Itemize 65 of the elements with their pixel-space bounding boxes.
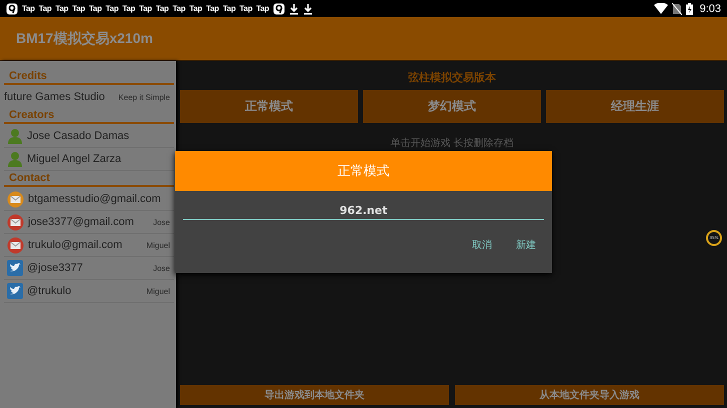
file-button[interactable]: 导出游戏到本地文件夹: [180, 385, 449, 405]
app-icon: [273, 2, 286, 14]
list-item[interactable]: @trukulo Miguel: [4, 280, 174, 303]
battery-icon: [686, 2, 693, 14]
list-item[interactable]: btgamesstudio@gmail.com: [4, 188, 174, 211]
list-item[interactable]: Jose Casado Damas: [4, 125, 174, 148]
mail-icon: [7, 214, 24, 230]
notification-label: Tap: [106, 4, 118, 13]
notification-label: Tap: [88, 4, 102, 13]
app-title: BM17模拟交易x210m: [16, 30, 153, 48]
clock: 9:03: [700, 2, 721, 14]
dialog-button[interactable]: 取消: [464, 234, 500, 256]
notification-label: Tap: [55, 4, 68, 13]
version-title: 弦柱模拟交易版本: [407, 70, 497, 86]
contact-name: trukulo@gmail.com: [28, 239, 122, 251]
contact-note: Jose: [153, 218, 171, 226]
contact-name: @jose3377: [27, 262, 83, 274]
notification-label: Tap: [156, 4, 169, 13]
download-icon: [289, 2, 300, 14]
mode-button[interactable]: 梦幻模式: [363, 90, 541, 123]
contact-note: Miguel: [146, 240, 171, 250]
mail-icon: [7, 190, 24, 208]
mail-icon: [7, 236, 24, 254]
section-heading: Creators: [4, 108, 174, 124]
contact-name: Jose Casado Damas: [27, 130, 130, 142]
file-button[interactable]: 从本地文件夹导入游戏: [455, 385, 724, 405]
notification-label: Tap: [139, 4, 152, 13]
contact-note: Keep it Simple: [118, 92, 171, 102]
contact-name: @trukulo: [27, 285, 72, 297]
download-icon: [303, 2, 314, 14]
notification-label: Tap: [122, 4, 136, 13]
notification-label: Tap: [240, 4, 252, 13]
app-icon: [6, 2, 18, 14]
wifi-icon: [654, 3, 668, 14]
list-item[interactable]: jose3377@gmail.com Jose: [4, 211, 174, 234]
notification-label: Tap: [38, 4, 52, 13]
contact-note: Jose: [153, 264, 171, 272]
no-sim-icon: [672, 2, 682, 14]
section-heading: Credits: [4, 69, 174, 85]
notification-label: Tap: [222, 4, 236, 13]
notification-label: Tap: [72, 4, 85, 13]
list-item[interactable]: trukulo@gmail.com Miguel: [4, 234, 174, 257]
person-icon: [7, 128, 23, 144]
mode-button[interactable]: 经理生涯: [546, 90, 724, 123]
contact-name: Miguel Angel Zarza: [27, 153, 122, 165]
contact-name: jose3377@gmail.com: [28, 216, 134, 228]
input-field[interactable]: 962.net: [183, 201, 544, 220]
list-item[interactable]: Miguel Angel Zarza: [4, 148, 174, 171]
dialog-button[interactable]: 新建: [508, 234, 544, 256]
notification-label: Tap: [256, 4, 270, 13]
section-heading: Contact: [4, 171, 174, 187]
dialog-title: 正常模式: [338, 163, 390, 180]
list-item[interactable]: @jose3377 Jose: [4, 257, 174, 280]
notification-label: Tap: [22, 4, 35, 13]
contact-note: Miguel: [146, 286, 171, 296]
bird-icon: [7, 260, 23, 276]
notification-label: Tap: [189, 4, 202, 13]
person-icon: [7, 151, 23, 167]
notification-label: Tap: [206, 4, 219, 13]
hint-text: 单击开始游戏 长按删除存档: [389, 136, 515, 150]
bird-icon: [7, 283, 23, 299]
notification-label: Tap: [172, 4, 186, 13]
contact-name: btgamesstudio@gmail.com: [28, 193, 161, 205]
contact-name: future Games Studio: [4, 91, 105, 103]
mode-button[interactable]: 正常模式: [180, 90, 358, 123]
